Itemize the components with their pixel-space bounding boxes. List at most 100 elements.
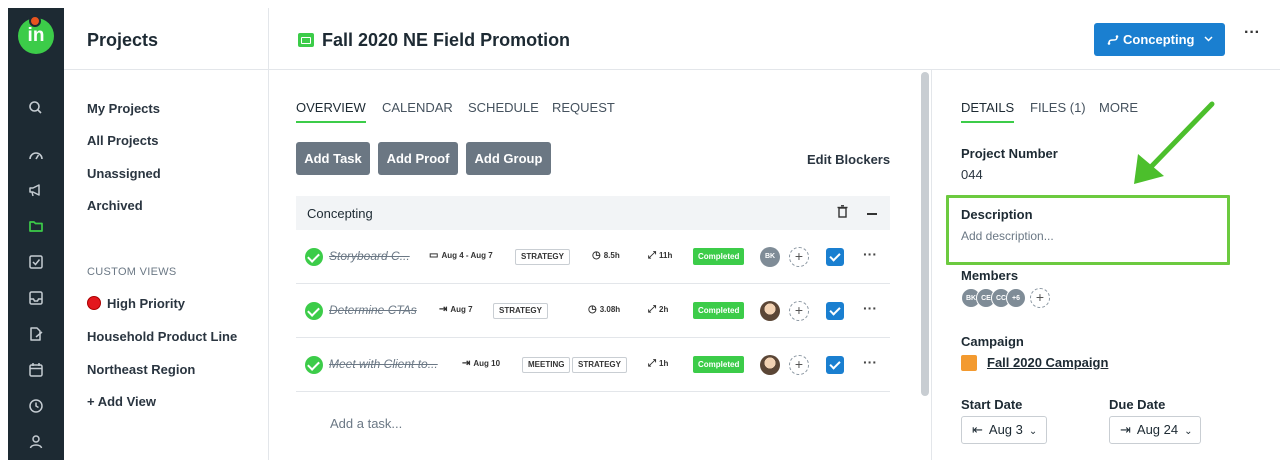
- task-name[interactable]: Determine CTAs: [329, 303, 417, 317]
- logged-time-icon: ⤢: [648, 304, 656, 315]
- stopwatch-icon: ◷: [588, 304, 597, 315]
- task-name[interactable]: Meet with Client to...: [329, 357, 438, 371]
- chevron-down-icon: [1204, 36, 1213, 42]
- task-logged: ⤢ 1h: [648, 357, 668, 371]
- start-date-icon: ⇤: [972, 422, 983, 437]
- megaphone-icon[interactable]: [26, 180, 46, 200]
- campaign-link[interactable]: Fall 2020 Campaign: [987, 355, 1108, 370]
- tab-calendar[interactable]: CALENDAR: [382, 100, 453, 115]
- member-overflow-badge[interactable]: +6: [1006, 288, 1026, 308]
- avatar-photo[interactable]: [760, 355, 780, 375]
- completed-check-icon[interactable]: [305, 302, 323, 320]
- folder-icon[interactable]: [26, 216, 46, 236]
- edit-blockers-link[interactable]: Edit Blockers: [807, 152, 890, 167]
- task-date[interactable]: ⇥ Aug 10: [462, 357, 500, 371]
- start-date-picker[interactable]: ⇤ Aug 3 ⌄: [961, 416, 1047, 444]
- add-view-button[interactable]: + Add View: [87, 394, 156, 409]
- completed-check-icon[interactable]: [305, 356, 323, 374]
- search-icon[interactable]: [26, 98, 46, 118]
- description-input[interactable]: Add description...: [961, 229, 1054, 243]
- tab-schedule[interactable]: SCHEDULE: [468, 100, 539, 115]
- task-logged-text: 2h: [659, 305, 669, 314]
- tab-overview[interactable]: OVERVIEW: [296, 100, 366, 123]
- approval-checkbox-icon[interactable]: [826, 356, 844, 374]
- nav-my-projects[interactable]: My Projects: [87, 101, 160, 116]
- due-date-icon: ⇥: [439, 304, 448, 315]
- task-more-button[interactable]: ···: [863, 354, 877, 370]
- start-date-value: Aug 3: [988, 422, 1023, 437]
- workflow-icon: [1107, 35, 1119, 45]
- project-folder-icon: [298, 33, 314, 47]
- task-tag[interactable]: STRATEGY: [515, 249, 570, 265]
- nav-unassigned[interactable]: Unassigned: [87, 166, 161, 181]
- tab-details[interactable]: DETAILS: [961, 100, 1015, 123]
- scrollbar[interactable]: [921, 72, 929, 396]
- logged-time-icon: ⤢: [648, 358, 656, 369]
- add-assignee-button[interactable]: +: [789, 301, 809, 321]
- task-logged: ⤢ 2h: [648, 303, 668, 317]
- approval-checkbox-icon[interactable]: [826, 302, 844, 320]
- nav-all-projects[interactable]: All Projects: [87, 133, 159, 148]
- task-more-button[interactable]: ···: [863, 300, 877, 316]
- proof-icon[interactable]: [26, 324, 46, 344]
- view-northeast-region[interactable]: Northeast Region: [87, 362, 195, 377]
- status-badge[interactable]: Completed: [693, 248, 745, 265]
- task-name[interactable]: Storyboard C...: [329, 249, 410, 263]
- add-group-button[interactable]: Add Group: [466, 142, 551, 175]
- checkbox-icon[interactable]: [26, 252, 46, 272]
- view-household-product-line[interactable]: Household Product Line: [87, 329, 237, 344]
- status-dropdown-button[interactable]: Concepting: [1094, 23, 1225, 56]
- logged-time-icon: ⤢: [648, 250, 656, 261]
- trash-icon[interactable]: [837, 205, 848, 218]
- task-group-header: Concepting: [296, 196, 890, 230]
- task-logged-text: 1h: [659, 359, 669, 368]
- start-date-label: Start Date: [961, 397, 1023, 412]
- task-more-button[interactable]: ···: [863, 246, 877, 262]
- approval-checkbox-icon[interactable]: [826, 248, 844, 266]
- dashboard-icon[interactable]: [26, 146, 46, 166]
- chevron-down-icon: ⌄: [1184, 426, 1193, 437]
- add-task-button[interactable]: Add Task: [296, 142, 370, 175]
- user-icon[interactable]: [26, 432, 46, 452]
- calendar-icon[interactable]: [26, 360, 46, 380]
- task-row[interactable]: Meet with Client to... ⇥ Aug 10 MEETING S…: [296, 338, 890, 392]
- campaign-label: Campaign: [961, 334, 1024, 349]
- nav-archived[interactable]: Archived: [87, 198, 143, 213]
- project-header: Fall 2020 NE Field Promotion Concepting …: [269, 8, 1280, 70]
- tab-request[interactable]: REQUEST: [552, 100, 615, 115]
- add-assignee-button[interactable]: +: [789, 247, 809, 267]
- task-tag[interactable]: STRATEGY: [572, 357, 627, 373]
- task-row[interactable]: Determine CTAs ⇥ Aug 7 STRATEGY ◷ 3.08h ⤢ 2…: [296, 284, 890, 338]
- task-date[interactable]: ⇥ Aug 7: [439, 303, 473, 317]
- clock-icon[interactable]: [26, 396, 46, 416]
- add-task-input[interactable]: Add a task...: [330, 416, 402, 431]
- add-member-button[interactable]: +: [1030, 288, 1050, 308]
- avatar-photo[interactable]: [760, 301, 780, 321]
- due-date-picker[interactable]: ⇥ Aug 24 ⌄: [1109, 416, 1201, 444]
- project-number-value[interactable]: 044: [961, 167, 983, 182]
- status-badge[interactable]: Completed: [693, 356, 745, 373]
- calendar-range-icon: ▭: [429, 250, 439, 261]
- status-badge[interactable]: Completed: [693, 302, 745, 319]
- app-root: in Projects My Projects All Projects Una…: [0, 0, 1280, 460]
- task-date[interactable]: ▭ Aug 4 - Aug 7: [429, 249, 493, 263]
- add-assignee-button[interactable]: +: [789, 355, 809, 375]
- add-proof-button[interactable]: Add Proof: [378, 142, 458, 175]
- app-logo[interactable]: in: [18, 15, 54, 54]
- priority-dot-icon: [87, 296, 101, 310]
- collapse-group-icon[interactable]: [867, 213, 877, 215]
- completed-check-icon[interactable]: [305, 248, 323, 266]
- task-tag[interactable]: STRATEGY: [493, 303, 548, 319]
- due-date-icon: ⇥: [1120, 422, 1131, 437]
- task-row[interactable]: Storyboard C... ▭ Aug 4 - Aug 7 STRATEGY …: [296, 230, 890, 284]
- avatar[interactable]: BK: [760, 247, 780, 267]
- inbox-icon[interactable]: [26, 288, 46, 308]
- task-tag[interactable]: MEETING: [522, 357, 571, 373]
- task-date-text: Aug 10: [473, 359, 501, 368]
- task-logged: ⤢ 11h: [648, 249, 672, 263]
- view-high-priority[interactable]: High Priority: [87, 296, 185, 311]
- panel-title: Projects: [64, 8, 268, 70]
- project-number-label: Project Number: [961, 146, 1058, 161]
- more-options-button[interactable]: ···: [1244, 24, 1260, 42]
- tab-files[interactable]: FILES (1): [1030, 100, 1086, 115]
